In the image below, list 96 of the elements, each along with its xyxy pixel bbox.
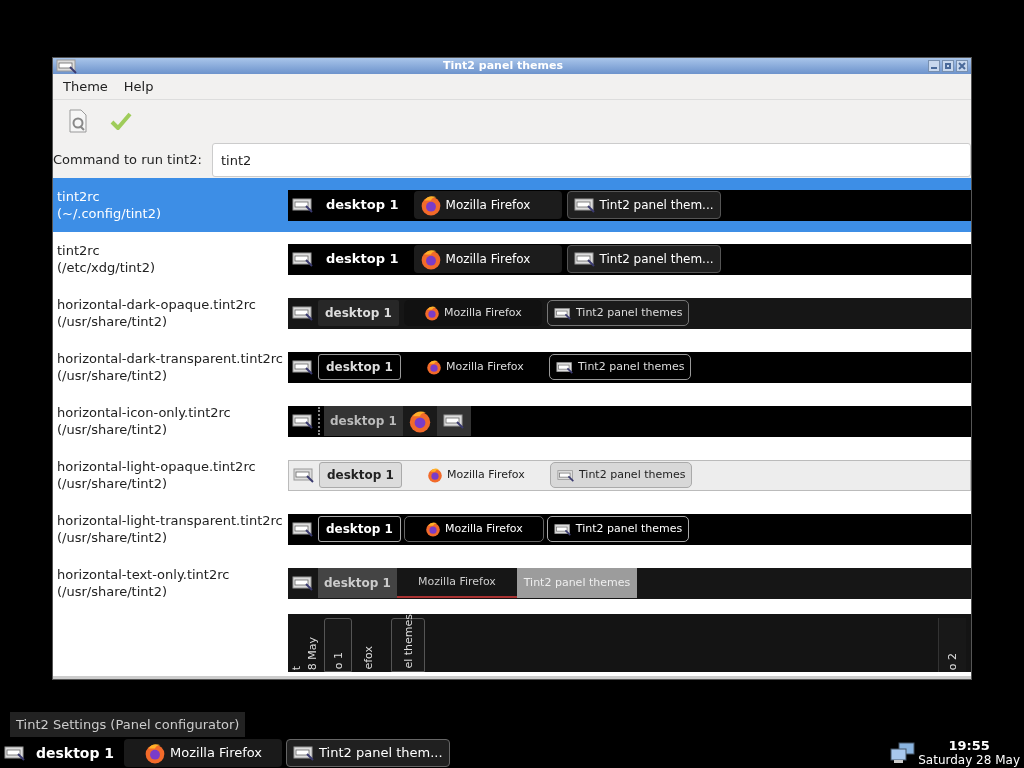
minimize-button[interactable] <box>928 60 940 72</box>
task-button[interactable] <box>402 406 437 436</box>
task-button[interactable]: Tint2 panel them... <box>566 245 721 273</box>
theme-name: horizontal-light-opaque.tint2rc <box>57 458 257 475</box>
panel-preview[interactable]: desktop 1 <box>288 405 971 437</box>
window-icon <box>573 251 596 267</box>
panel-label: o 2 <box>947 652 958 670</box>
command-field[interactable]: tint2 <box>212 143 971 177</box>
task-button[interactable]: Tint2 panel themes <box>546 300 690 326</box>
theme-path: (/usr/share/tint2) <box>57 475 168 492</box>
panel-preview[interactable]: desktop 1 Mozilla Firefox Tint2 panel them... <box>288 189 971 221</box>
desktop-label[interactable]: desktop 1 <box>30 742 121 764</box>
desktop-label[interactable]: desktop 1 <box>318 191 407 219</box>
panel-label: o 1 <box>332 651 344 669</box>
task-button[interactable]: Mozilla Firefox <box>403 300 542 326</box>
task-button[interactable]: Mozilla Firefox <box>413 191 562 219</box>
firefox-icon <box>426 467 443 483</box>
launcher-icon <box>292 521 314 537</box>
clock-time: 19:55 <box>948 739 990 753</box>
desktop-label[interactable]: desktop 1 <box>318 516 401 542</box>
task-button[interactable]: Mozilla Firefox <box>124 739 283 767</box>
menu-item[interactable]: Help <box>115 76 162 97</box>
window-title: Tint2 panel themes <box>441 57 565 74</box>
theme-name: horizontal-dark-opaque.tint2rc <box>57 296 257 313</box>
theme-name: horizontal-text-only.tint2rc <box>57 566 231 583</box>
window-icon <box>553 306 572 320</box>
launcher-icon <box>292 305 314 321</box>
firefox-icon <box>419 194 442 216</box>
task-button[interactable]: Tint2 panel themes <box>546 516 690 542</box>
window-icon <box>555 360 574 374</box>
desktop-label[interactable]: desktop 1 <box>318 300 399 326</box>
panel-label: t <box>290 665 302 670</box>
theme-path: (/usr/share/tint2) <box>57 367 168 384</box>
close-button[interactable] <box>956 60 968 72</box>
clock-date: Saturday 28 May <box>918 753 1020 767</box>
window-icon <box>553 522 572 536</box>
panel-preview[interactable]: desktop 1 Mozilla Firefox Tint2 panel themes <box>288 459 971 491</box>
firefox-icon <box>144 742 167 764</box>
tooltip: Tint2 Settings (Panel configurator) <box>10 712 246 737</box>
window-icon <box>293 745 316 761</box>
task-button[interactable]: Mozilla Firefox <box>413 245 562 273</box>
launcher-icon <box>292 359 314 375</box>
firefox-icon <box>424 521 441 537</box>
launcher-icon <box>292 575 314 591</box>
theme-name: horizontal-dark-transparent.tint2rc <box>57 350 284 367</box>
task-button[interactable]: Tint2 panel them... <box>566 191 721 219</box>
theme-name: horizontal-icon-only.tint2rc <box>57 404 232 421</box>
theme-path: (/etc/xdg/tint2) <box>57 259 157 276</box>
theme-path: (/usr/share/tint2) <box>57 313 168 330</box>
task-button[interactable] <box>436 406 471 436</box>
panel-label: el themes <box>402 614 414 669</box>
theme-row[interactable]: tint2rc (~/.config/tint2) desktop 1 Mozilla Firefox Tint2 panel them... <box>53 178 971 232</box>
menu-item[interactable]: Theme <box>55 76 116 97</box>
task-button[interactable]: Tint2 panel themes <box>549 462 693 488</box>
panel-preview[interactable]: desktop 1 Mozilla Firefox Tint2 panel them... <box>288 243 971 275</box>
theme-path: (/usr/share/tint2) <box>57 529 168 546</box>
firefox-icon <box>419 248 442 270</box>
launcher-icon <box>292 413 314 429</box>
task-button[interactable]: Mozilla Firefox <box>406 462 545 488</box>
launcher-icon <box>293 467 315 483</box>
firefox-icon <box>407 409 432 433</box>
desktop-label[interactable]: desktop 1 <box>318 568 397 598</box>
task-button[interactable]: Mozilla Firefox <box>403 516 544 542</box>
app-icon <box>56 58 78 74</box>
firefox-icon <box>425 359 442 375</box>
theme-path: (/usr/share/tint2) <box>57 421 168 438</box>
theme-path: (/usr/share/tint2) <box>57 583 168 600</box>
panel-preview[interactable]: t 8 May o 1 efox el themes o 2 <box>288 614 971 672</box>
panel-preview[interactable]: desktop 1 Mozilla Firefox Tint2 panel themes <box>288 567 971 599</box>
theme-name: horizontal-light-transparent.tint2rc <box>57 512 284 529</box>
maximize-button[interactable] <box>942 60 954 72</box>
panel-label: 8 May <box>306 636 318 670</box>
desktop-label[interactable]: desktop 1 <box>319 462 402 488</box>
window-icon <box>573 197 596 213</box>
desktop-label[interactable]: desktop 1 <box>324 406 403 436</box>
launcher-icon <box>4 745 26 761</box>
network-icon[interactable] <box>890 742 917 764</box>
launcher-icon <box>292 251 314 267</box>
desktop-label[interactable]: desktop 1 <box>318 245 407 273</box>
panel-label: efox <box>362 646 374 670</box>
window-icon <box>556 468 575 482</box>
window-icon <box>442 413 465 429</box>
theme-name: tint2rc <box>57 188 101 205</box>
checkmark-icon <box>110 111 132 131</box>
panel-preview[interactable]: desktop 1 Mozilla Firefox Tint2 panel themes <box>288 513 971 545</box>
desktop-label[interactable]: desktop 1 <box>318 354 401 380</box>
firefox-icon <box>423 305 440 321</box>
launcher-icon <box>292 197 314 213</box>
command-label: Command to run tint2: <box>53 151 203 170</box>
task-button[interactable]: Mozilla Firefox <box>405 354 544 380</box>
panel-preview[interactable]: desktop 1 Mozilla Firefox Tint2 panel themes <box>288 297 971 329</box>
task-button[interactable]: Tint2 panel themes <box>548 354 692 380</box>
panel-preview[interactable]: desktop 1 Mozilla Firefox Tint2 panel themes <box>288 351 971 383</box>
theme-name: tint2rc <box>57 242 101 259</box>
theme-path: (~/.config/tint2) <box>57 205 163 222</box>
task-button[interactable]: Tint2 panel them... <box>286 739 450 767</box>
